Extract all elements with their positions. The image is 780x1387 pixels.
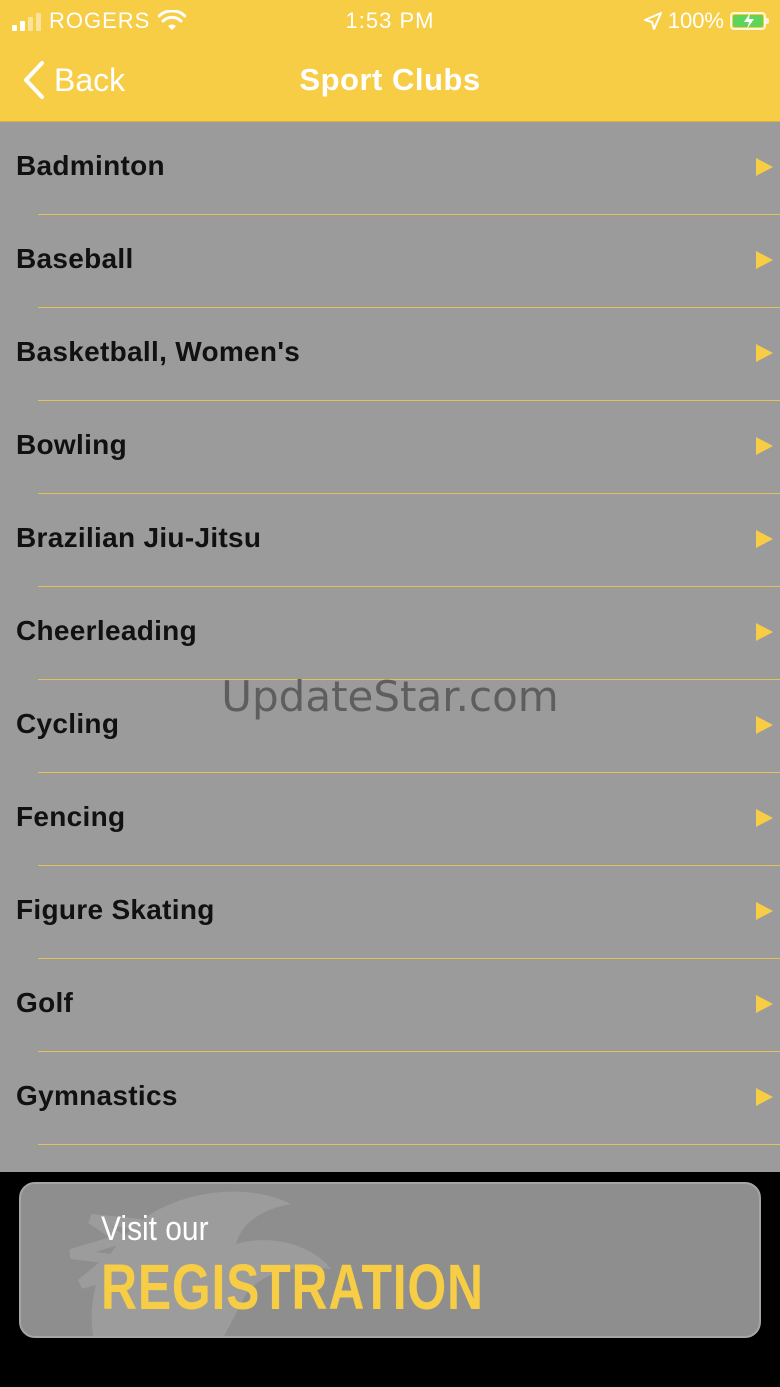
list-item-label: Gymnastics xyxy=(16,1080,178,1111)
list-item-figure-skating[interactable]: Figure Skating xyxy=(0,866,780,959)
triangle-right-icon xyxy=(756,623,773,641)
triangle-right-icon xyxy=(756,995,773,1013)
battery-charging-icon xyxy=(730,12,769,30)
list-item-label: Baseball xyxy=(16,243,134,274)
list-item-golf[interactable]: Golf xyxy=(0,959,780,1052)
bottom-banner-area: Visit our REGISTRATION PORTAL xyxy=(0,1172,780,1387)
status-bar: ROGERS 1:53 PM 100% xyxy=(0,0,780,40)
sport-clubs-list: Badminton Baseball Basketball, Women's B… xyxy=(0,122,780,1145)
triangle-right-icon xyxy=(756,902,773,920)
list-item-badminton[interactable]: Badminton xyxy=(0,122,780,215)
list-item-label: Bowling xyxy=(16,429,127,460)
list-item-label: Fencing xyxy=(16,801,126,832)
banner-title: REGISTRATION PORTAL xyxy=(101,1251,484,1336)
list-item-basketball-womens[interactable]: Basketball, Women's xyxy=(0,308,780,401)
triangle-right-icon xyxy=(756,437,773,455)
battery-percent: 100% xyxy=(667,8,724,33)
list-item-label: Basketball, Women's xyxy=(16,336,301,367)
list-item-cheerleading[interactable]: Cheerleading xyxy=(0,587,780,680)
triangle-right-icon xyxy=(756,251,773,269)
triangle-right-icon xyxy=(756,1088,773,1106)
list-item-label: Golf xyxy=(16,987,74,1018)
list-item-label: Figure Skating xyxy=(16,894,215,925)
watermark-text: UpdateStar.com xyxy=(221,672,559,721)
status-right: 100% xyxy=(643,8,769,34)
list-item-gymnastics[interactable]: Gymnastics xyxy=(0,1052,780,1145)
banner-subtitle: Visit our xyxy=(101,1210,209,1248)
list-item-brazilian-jiu-jitsu[interactable]: Brazilian Jiu-Jitsu xyxy=(0,494,780,587)
list-item-bowling[interactable]: Bowling xyxy=(0,401,780,494)
separator xyxy=(38,1144,780,1145)
registration-portal-banner[interactable]: Visit our REGISTRATION PORTAL xyxy=(19,1182,761,1338)
triangle-right-icon xyxy=(756,809,773,827)
list-item-label: Brazilian Jiu-Jitsu xyxy=(16,522,262,553)
list-item-label: Badminton xyxy=(16,150,165,181)
navigation-bar: Back Sport Clubs xyxy=(0,40,780,122)
page-title: Sport Clubs xyxy=(299,62,481,97)
triangle-right-icon xyxy=(756,158,773,176)
location-arrow-icon xyxy=(643,12,662,30)
list-item-fencing[interactable]: Fencing xyxy=(0,773,780,866)
list-item-baseball[interactable]: Baseball xyxy=(0,215,780,308)
triangle-right-icon xyxy=(756,530,773,548)
triangle-right-icon xyxy=(756,344,773,362)
list-item-label: Cheerleading xyxy=(16,615,197,646)
